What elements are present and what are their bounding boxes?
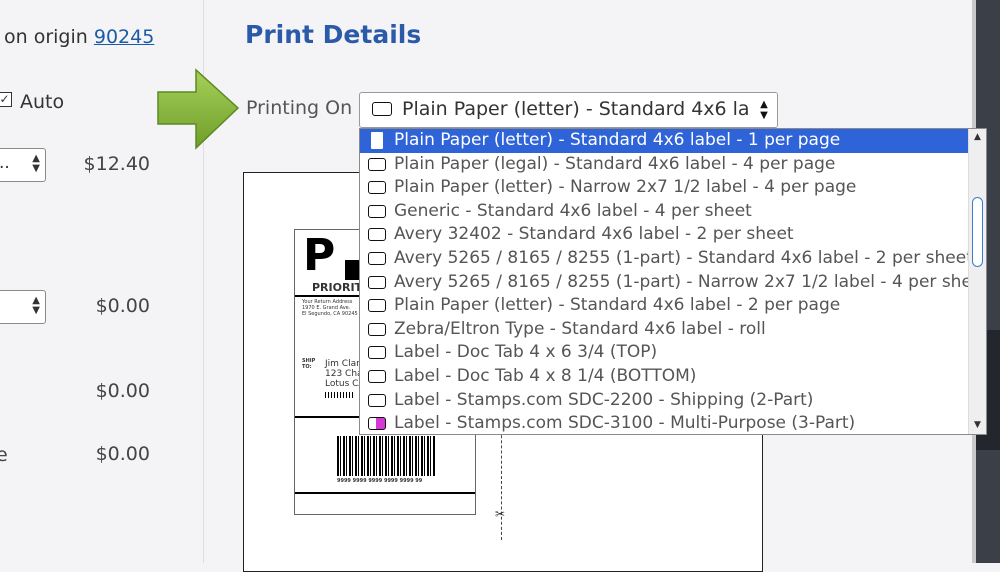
service-select-value: .. [0, 153, 10, 173]
paper-icon [368, 275, 386, 289]
option-label: Avery 32402 - Standard 4x6 label - 2 per… [394, 224, 794, 245]
origin-text: on origin 90245 [4, 26, 154, 48]
multipart-paper-icon [368, 417, 386, 431]
paper-icon [368, 299, 386, 313]
label-return-address: Your Return Address 1970 E. Grand Ave. E… [302, 299, 358, 317]
select-arrows-icon: ▲ ▼ [751, 93, 777, 127]
option-label: Plain Paper (letter) - Narrow 2x7 1/2 la… [394, 177, 857, 198]
paper-icon [368, 393, 386, 407]
dropdown-scrollbar[interactable]: ▲ ▼ [968, 129, 986, 434]
paper-icon [371, 132, 383, 149]
dropdown-option[interactable]: Plain Paper (letter) - Narrow 2x7 1/2 la… [360, 176, 969, 200]
paper-icon [368, 157, 386, 171]
paper-icon [372, 102, 392, 116]
label-barcode [337, 436, 435, 476]
option-label: Plain Paper (letter) - Standard 4x6 labe… [394, 295, 841, 316]
label-small-barcode [325, 392, 355, 398]
option-label: Zebra/Eltron Type - Standard 4x6 label -… [394, 318, 766, 339]
scissors-icon: ✂ [495, 507, 506, 521]
origin-label: on origin [4, 26, 88, 48]
print-details-title: Print Details [245, 20, 422, 49]
option-label: Label - Stamps.com SDC-3100 - Multi-Purp… [394, 413, 856, 434]
dropdown-option[interactable]: Label - Doc Tab 4 x 8 1/4 (BOTTOM) [360, 365, 969, 389]
paper-icon [368, 369, 386, 383]
paper-icon [368, 228, 386, 242]
dropdown-option[interactable]: Label - Doc Tab 4 x 6 3/4 (TOP) [360, 341, 969, 365]
dropdown-option[interactable]: Avery 5265 / 8165 / 8255 (1-part) - Stan… [360, 247, 973, 271]
cut-line [501, 420, 502, 540]
dropdown-option[interactable]: Avery 32402 - Standard 4x6 label - 2 per… [360, 223, 969, 247]
label-ship-to-tag: SHIP TO: [302, 358, 316, 370]
printing-on-dropdown-list[interactable]: Plain Paper (letter) - Standard 4x6 labe… [359, 128, 987, 435]
label-mark [345, 260, 359, 280]
dropdown-option[interactable]: Avery 5265 / 8165 / 8255 (1-part) - Narr… [360, 271, 986, 295]
paper-icon [368, 204, 386, 218]
option-label: Label - Doc Tab 4 x 8 1/4 (BOTTOM) [394, 365, 697, 386]
paper-icon [368, 322, 386, 336]
label-rule [295, 492, 475, 494]
insurance-select[interactable]: ▲ ▼ [0, 290, 46, 324]
option-label: Plain Paper (legal) - Standard 4x6 label… [394, 153, 836, 174]
label-service-letter: P [303, 230, 336, 281]
price-insurance: $0.00 [95, 295, 150, 317]
dropdown-option[interactable]: Generic - Standard 4x6 label - 4 per she… [360, 200, 969, 224]
return-line: El Segundo, CA 90245 [302, 311, 358, 317]
paper-icon [368, 251, 386, 265]
origin-zip-link[interactable]: 90245 [94, 26, 154, 48]
scroll-down-arrow-icon[interactable]: ▼ [969, 417, 986, 434]
dropdown-option[interactable]: Label - Stamps.com SDC-2200 - Shipping (… [360, 389, 969, 413]
printing-on-value: Plain Paper (letter) - Standard 4x6 labe… [402, 98, 777, 120]
option-label: Label - Doc Tab 4 x 6 3/4 (TOP) [394, 342, 658, 363]
option-label: Avery 5265 / 8165 / 8255 (1-part) - Stan… [394, 247, 973, 268]
scroll-up-arrow-icon[interactable]: ▲ [969, 129, 986, 146]
select-arrows-icon: ▲ ▼ [32, 153, 40, 174]
price-postage: $12.40 [83, 153, 150, 175]
paper-icon [368, 181, 386, 195]
label-service-name: PRIORIT [312, 281, 363, 294]
paper-icon [368, 346, 386, 360]
price-extra-1: $0.00 [95, 380, 150, 402]
service-select[interactable]: .. ▲ ▼ [0, 148, 46, 182]
auto-checkbox[interactable]: ✓ [0, 92, 12, 107]
option-label: Plain Paper (letter) - Standard 4x6 labe… [394, 130, 841, 150]
pointer-arrow-icon [157, 68, 240, 150]
label-tracking-number: 9999 9999 9999 9999 9999 99 [337, 478, 423, 484]
auto-label: Auto [20, 91, 65, 113]
dropdown-option[interactable]: Plain Paper (letter) - Standard 4x6 labe… [360, 294, 969, 318]
dropdown-option[interactable]: Label - Stamps.com SDC-3100 - Multi-Purp… [360, 412, 969, 434]
select-arrows-icon: ▲ ▼ [32, 295, 40, 316]
dropdown-options: Plain Paper (letter) - Standard 4x6 labe… [360, 129, 986, 434]
dropdown-option[interactable]: Plain Paper (legal) - Standard 4x6 label… [360, 153, 969, 177]
dropdown-option[interactable]: Plain Paper (letter) - Standard 4x6 labe… [360, 129, 969, 153]
option-label: Avery 5265 / 8165 / 8255 (1-part) - Narr… [394, 271, 987, 292]
dropdown-option[interactable]: Zebra/Eltron Type - Standard 4x6 label -… [360, 318, 969, 342]
printing-on-select[interactable]: Plain Paper (letter) - Standard 4x6 labe… [359, 92, 778, 128]
truncated-label: e [0, 444, 8, 466]
option-label: Label - Stamps.com SDC-2200 - Shipping (… [394, 389, 814, 410]
scrollbar-thumb[interactable] [972, 197, 983, 267]
option-label: Generic - Standard 4x6 label - 4 per she… [394, 200, 752, 221]
price-extra-2: $0.00 [95, 443, 150, 465]
printing-on-label: Printing On [246, 97, 353, 119]
